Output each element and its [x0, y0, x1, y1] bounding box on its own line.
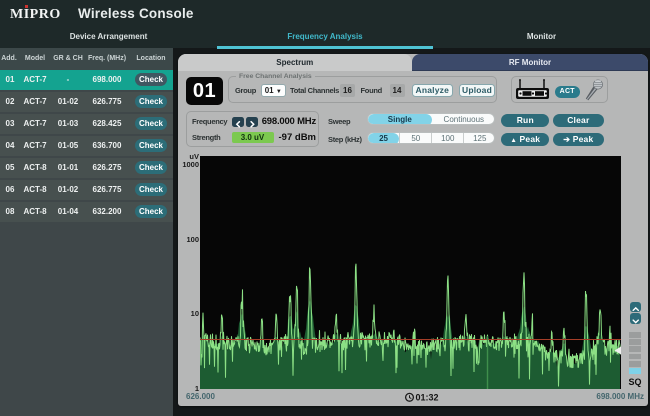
- svg-text:01:32: 01:32: [416, 392, 439, 402]
